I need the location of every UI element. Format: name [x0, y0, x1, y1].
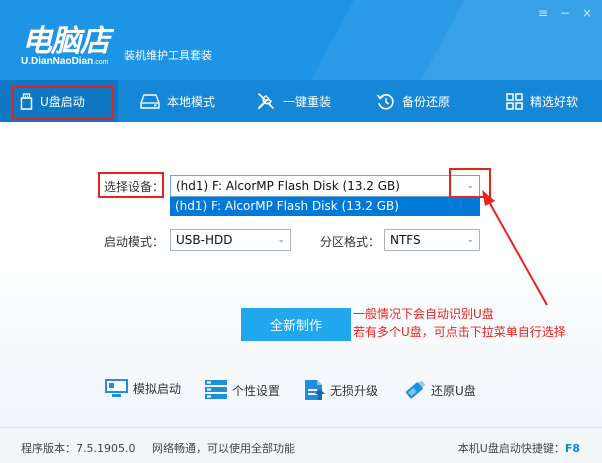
annotation-tip: 一般情况下会自动识别U盘	[353, 307, 494, 321]
tab-label: 精选好软	[530, 94, 579, 109]
close-button[interactable]: ×	[582, 6, 592, 20]
brand-logo: 电脑店	[22, 24, 110, 59]
chevron-down-icon[interactable]: ⌄	[277, 230, 285, 250]
tool-label: 模拟启动	[133, 381, 182, 396]
tab-label: U盘启动	[40, 94, 85, 109]
restore-icon	[376, 93, 394, 110]
device-select-value: (hd1) F: AlcorMP Flash Disk (13.2 GB)	[176, 179, 400, 193]
make-new-button[interactable]: 全新制作	[241, 308, 351, 341]
tab-label: 一键重装	[283, 94, 332, 109]
apps-grid-icon	[506, 92, 523, 110]
partition-format-select[interactable]: NTFS ⌄	[384, 229, 480, 251]
status-bar: 程序版本：7.5.1905.0 网络畅通，可以使用全部功能 本机U盘启动快捷键：…	[0, 427, 602, 463]
boot-hotkey-value: F8	[564, 442, 580, 455]
tool-label: 还原U盘	[431, 383, 476, 398]
device-dropdown-option[interactable]: (hd1) F: AlcorMP Flash Disk (13.2 GB)	[170, 197, 480, 216]
usb-boot-panel: 选择设备： (hd1) F: AlcorMP Flash Disk (13.2 …	[0, 122, 602, 427]
tab-featured-software[interactable]: 精选好软	[468, 80, 602, 122]
boot-mode-select[interactable]: USB-HDD ⌄	[170, 229, 291, 251]
minimize-button[interactable]: −	[560, 6, 570, 20]
brand-slogan: 装机维护工具套装	[124, 49, 212, 62]
tab-one-click-reinstall[interactable]: 一键重装	[228, 80, 343, 122]
restore-usb-button[interactable]: 还原U盘	[401, 378, 476, 402]
menu-icon[interactable]: ≡	[538, 6, 548, 20]
boot-hotkey-label: 本机U盘启动快捷键：	[457, 442, 565, 455]
brand-domain-suffix: .com	[93, 59, 109, 66]
annotation-highlight-box	[449, 168, 491, 198]
lossless-upgrade-button[interactable]: 无损升级	[302, 378, 378, 402]
annotation-highlight-box	[98, 172, 164, 198]
upgrade-icon	[305, 380, 325, 400]
annotation-arrow	[482, 190, 548, 306]
program-version: 程序版本：7.5.1905.0	[21, 442, 136, 455]
settings-list-icon	[205, 380, 227, 399]
usb-drive-icon	[20, 92, 33, 110]
header-banner: 电脑店 U.DianNaoDian.com 装机维护工具套装 ≡ − ×	[0, 0, 602, 80]
tool-label: 无损升级	[330, 383, 379, 398]
tools-icon	[257, 93, 274, 110]
tab-label: 本地模式	[167, 94, 216, 109]
boot-hotkey: 本机U盘启动快捷键：F8	[458, 440, 580, 456]
annotation-tip: 若有多个U盘，可点击下拉菜单自行选择	[353, 325, 566, 339]
device-select[interactable]: (hd1) F: AlcorMP Flash Disk (13.2 GB) ⌄	[170, 175, 480, 197]
brand-domain: U.DianNaoDian.com	[21, 56, 108, 67]
partition-format-label: 分区格式：	[320, 235, 381, 249]
window-controls: ≡ − ×	[538, 6, 592, 20]
tab-label: 备份还原	[402, 94, 451, 109]
main-nav: U盘启动 本地模式 一键重装 备份还原 精选好软	[0, 80, 602, 122]
usb-stick-icon	[405, 380, 426, 399]
brand-domain-name: DianNaoDian	[31, 56, 94, 67]
app-window: 电脑店 U.DianNaoDian.com 装机维护工具套装 ≡ − × U盘启…	[0, 0, 602, 463]
monitor-icon	[105, 379, 128, 397]
custom-settings-button[interactable]: 个性设置	[204, 378, 280, 402]
tool-label: 个性设置	[232, 383, 281, 398]
tab-local-mode[interactable]: 本地模式	[118, 80, 228, 122]
boot-mode-label: 启动模式：	[104, 235, 165, 249]
boot-mode-value: USB-HDD	[176, 233, 233, 247]
chevron-down-icon[interactable]: ⌄	[466, 230, 474, 250]
network-status: 网络畅通，可以使用全部功能	[152, 442, 295, 455]
simulate-boot-button[interactable]: 模拟启动	[104, 378, 181, 398]
partition-format-value: NTFS	[390, 233, 421, 247]
tab-backup-restore[interactable]: 备份还原	[343, 80, 468, 122]
tab-usb-boot[interactable]: U盘启动	[0, 80, 118, 122]
hard-disk-icon	[140, 93, 160, 109]
